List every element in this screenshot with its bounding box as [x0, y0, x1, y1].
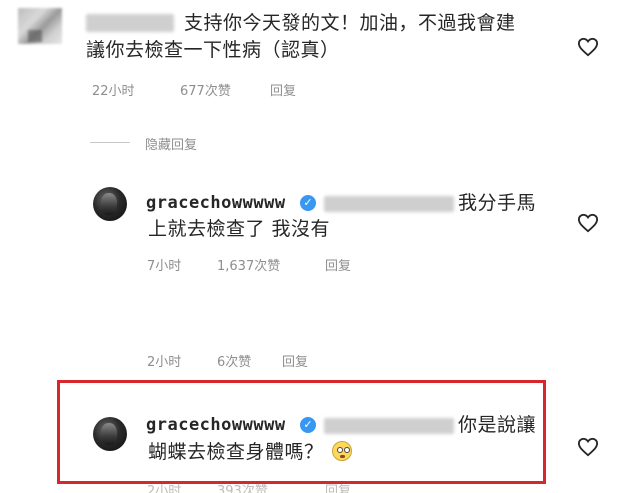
- verified-badge-icon: ✓: [300, 417, 316, 433]
- reply3-username[interactable]: gracechowwwww: [146, 412, 286, 439]
- reply-text-line2: 上就去檢查了 我沒有: [148, 218, 331, 240]
- reply3-reply-button[interactable]: 回复: [325, 480, 351, 493]
- reply2-likes[interactable]: 6次赞: [217, 351, 251, 370]
- commenter-avatar-blurred[interactable]: [18, 8, 62, 44]
- reply-meta: 7小时 1,637次赞 回复: [147, 255, 387, 274]
- flushed-face-emoji-icon: [331, 441, 352, 461]
- reply3-text-tail: 你是說讓: [458, 414, 537, 436]
- reply2-time: 2小时: [147, 355, 182, 370]
- reply-reply-button[interactable]: 回复: [325, 255, 351, 274]
- mention-redacted: [324, 418, 454, 434]
- avatar[interactable]: [93, 417, 127, 451]
- reply-likes[interactable]: 1,637次赞: [217, 255, 280, 274]
- reply3-time: 2小时: [147, 484, 182, 493]
- heart-icon[interactable]: [577, 37, 599, 57]
- reply-username[interactable]: gracechowwwww: [146, 190, 286, 217]
- hidden-replies-toggle[interactable]: 隐藏回复: [145, 134, 197, 153]
- comment-reply-button[interactable]: 回复: [270, 80, 296, 99]
- comment-meta: 22小时 677次赞 回复: [92, 80, 332, 99]
- reply-time: 7小时: [147, 259, 182, 274]
- reply3-meta: 2小时 393次赞 回复: [147, 480, 387, 493]
- reply-text-tail: 我分手馬: [458, 192, 537, 214]
- heart-icon[interactable]: [577, 437, 599, 457]
- hidden-replies-divider: [90, 142, 130, 143]
- avatar[interactable]: [93, 187, 127, 221]
- reply3-likes[interactable]: 393次赞: [217, 480, 268, 493]
- comment-likes[interactable]: 677次赞: [180, 80, 231, 99]
- comment-time: 22小时: [92, 84, 135, 99]
- reply2-meta: 2小时 6次赞 回复: [147, 351, 387, 370]
- reply3-text-line2: 蝴蝶去檢查身體嗎？: [148, 439, 352, 466]
- reply3-text-line2-content: 蝴蝶去檢查身體嗎？: [148, 441, 324, 463]
- reply2-reply-button[interactable]: 回复: [282, 351, 308, 370]
- username-redacted: [86, 14, 174, 32]
- verified-badge-icon: ✓: [300, 195, 316, 211]
- comment-text-line2: 議你去檢查一下性病（認真）: [86, 39, 340, 61]
- mention-redacted: [324, 196, 454, 212]
- comment-text-line1: 支持你今天發的文！加油，不過我會建: [184, 12, 516, 34]
- heart-icon[interactable]: [577, 213, 599, 233]
